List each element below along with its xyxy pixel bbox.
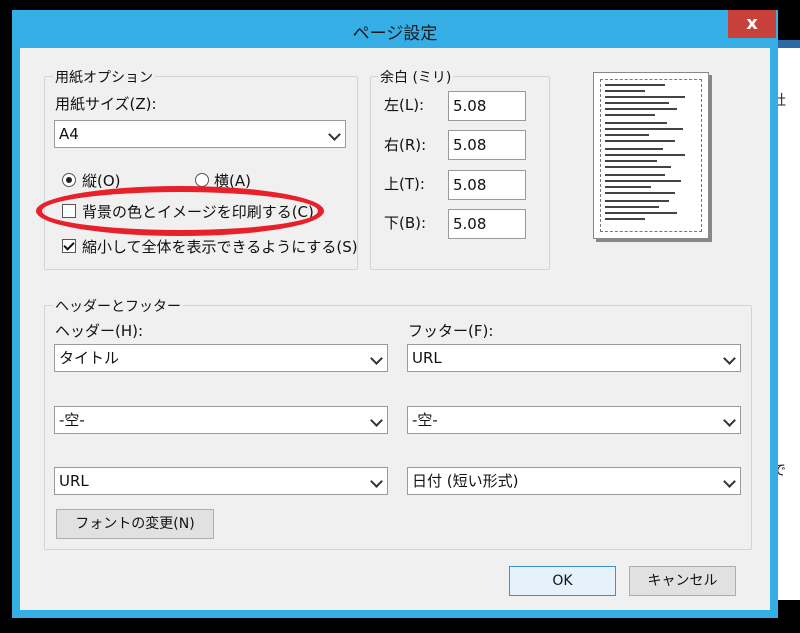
footer-select-2-value: -空- [412,411,438,429]
close-button[interactable]: x [728,10,776,38]
header-label: ヘッダー(H): [55,322,144,340]
print-background-label: 背景の色とイメージを印刷する(C) [82,203,314,221]
chevron-down-icon [365,345,387,371]
chevron-down-icon [718,407,740,433]
header-select-2[interactable]: -空- [54,406,388,434]
paper-size-value: A4 [59,125,79,143]
change-font-button[interactable]: フォントの変更(N) [56,509,214,539]
print-background-checkbox[interactable] [62,204,76,218]
header-select-3-value: URL [59,472,89,490]
header-footer-label: ヘッダーとフッター [53,296,183,316]
margin-top-label: 上(T): [384,175,425,193]
footer-select-1-value: URL [412,349,442,367]
footer-select-3-value: 日付 (短い形式) [412,472,519,490]
margin-left-input[interactable]: 5.08 [448,91,526,121]
preview-margin-guide [600,79,702,232]
paper-size-label: 用紙サイズ(Z): [55,95,157,113]
margin-bottom-label: 下(B): [384,214,427,232]
header-select-2-value: -空- [59,411,85,429]
chevron-down-icon [365,407,387,433]
chevron-down-icon [718,468,740,494]
ok-button[interactable]: OK [509,566,616,596]
footer-select-1[interactable]: URL [407,344,741,372]
margin-left-label: 左(L): [384,96,425,114]
dialog-title: ページ設定 [352,24,438,44]
margin-right-label: 右(R): [384,136,427,154]
footer-select-2[interactable]: -空- [407,406,741,434]
margin-bottom-input[interactable]: 5.08 [448,209,526,239]
paper-options-label: 用紙オプション [53,67,155,87]
header-select-3[interactable]: URL [54,467,388,495]
margins-label: 余白 (ミリ) [378,67,454,87]
margin-top-input[interactable]: 5.08 [448,170,526,200]
paper-size-select[interactable]: A4 [54,120,346,148]
chevron-down-icon [323,121,345,147]
footer-label: フッター(F): [408,322,494,340]
chevron-down-icon [718,345,740,371]
footer-select-3[interactable]: 日付 (短い形式) [407,467,741,495]
portrait-radio[interactable] [62,173,76,187]
landscape-radio[interactable] [195,173,209,187]
shrink-to-fit-label: 縮小して全体を表示できるようにする(S) [82,238,358,256]
portrait-label: 縦(O) [82,172,121,190]
close-icon: x [746,13,758,34]
shrink-to-fit-checkbox[interactable] [62,239,76,253]
cancel-button[interactable]: キャンセル [629,566,736,596]
header-select-1[interactable]: タイトル [54,344,388,372]
title-bar[interactable]: ページ設定 x [12,10,778,48]
chevron-down-icon [365,468,387,494]
header-select-1-value: タイトル [59,349,120,367]
page-preview [593,72,709,239]
margin-right-input[interactable]: 5.08 [448,130,526,160]
landscape-label: 横(A) [214,172,251,190]
